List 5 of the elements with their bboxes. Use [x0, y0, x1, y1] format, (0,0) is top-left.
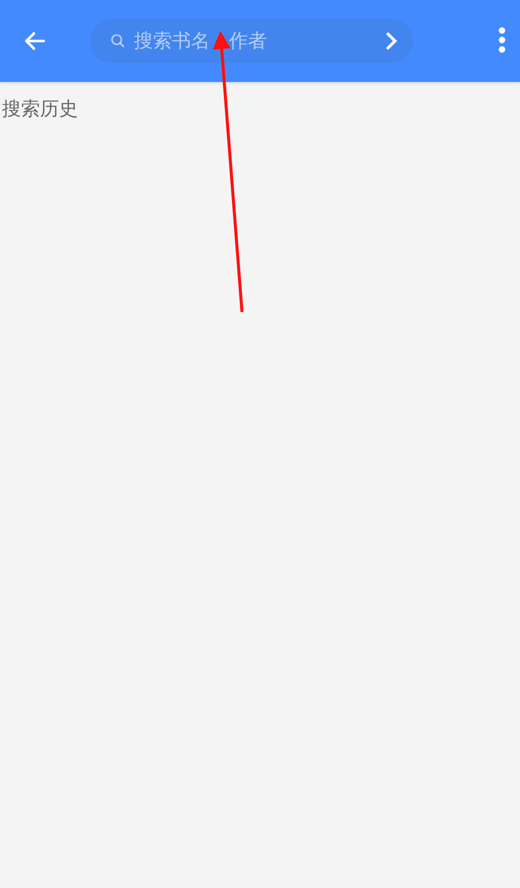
more-vertical-icon: [498, 27, 506, 53]
search-field[interactable]: 搜索书名 作者: [90, 19, 413, 63]
section-title: 搜索历史: [1, 97, 79, 122]
search-icon: [110, 33, 126, 49]
search-input[interactable]: 搜索书名 作者: [132, 29, 383, 53]
